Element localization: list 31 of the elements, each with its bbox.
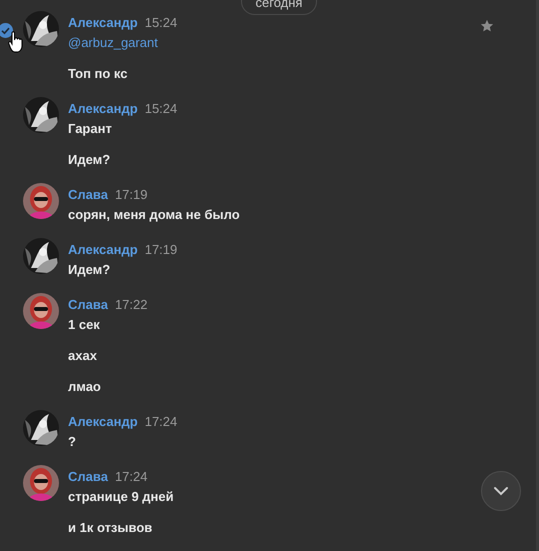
message-text: ахах	[68, 347, 98, 365]
message-text: Топ по кс	[68, 65, 128, 83]
author-name[interactable]: Александр	[68, 101, 138, 116]
scroll-down-button[interactable]	[481, 471, 521, 511]
chevron-down-icon	[493, 486, 509, 496]
author-name[interactable]: Александр	[68, 15, 138, 30]
message-text: ?	[68, 433, 77, 451]
author-name[interactable]: Александр	[68, 242, 138, 257]
star-icon[interactable]	[480, 19, 494, 33]
message-text: Идем?	[68, 261, 112, 279]
message-text: 1 сек	[68, 316, 101, 334]
message-time: 15:24	[144, 101, 178, 116]
mention-link[interactable]: @arbuz_garant	[68, 33, 178, 52]
date-separator: сегодня	[240, 0, 318, 15]
author-name[interactable]: Слава	[68, 297, 108, 312]
message-time: 17:19	[114, 187, 148, 202]
message-text: и 1к отзывов	[68, 519, 154, 537]
message-time: 17:24	[114, 469, 148, 484]
message-time: 17:24	[144, 414, 178, 429]
message-time: 15:24	[144, 15, 178, 30]
message-time: 17:22	[114, 297, 148, 312]
message-text: Гарант	[68, 120, 113, 138]
check-icon[interactable]	[0, 23, 13, 38]
message-time: 17:19	[144, 242, 178, 257]
message-text: лмао	[68, 378, 102, 396]
message-text: сорян, меня дома не было	[68, 206, 240, 224]
author-name[interactable]: Александр	[68, 414, 138, 429]
message-text: Идем?	[68, 151, 112, 169]
message-text: странице 9 дней	[68, 488, 174, 506]
author-name[interactable]: Слава	[68, 469, 108, 484]
author-name[interactable]: Слава	[68, 187, 108, 202]
